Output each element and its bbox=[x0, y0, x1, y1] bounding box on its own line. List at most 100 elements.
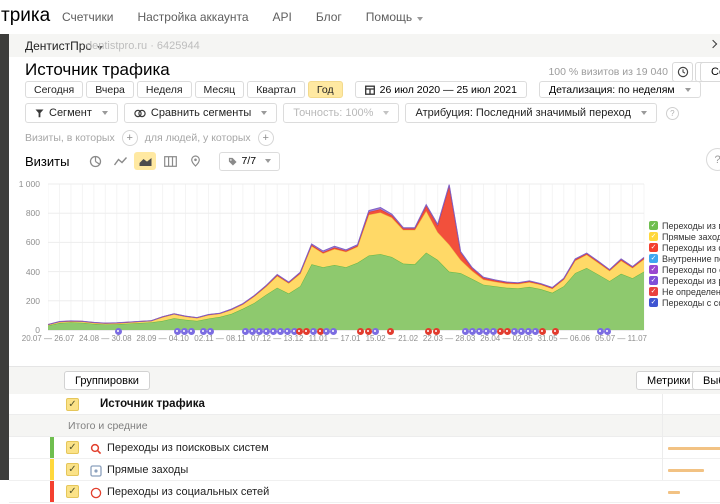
topnav-item-4[interactable]: Блог bbox=[316, 10, 342, 24]
left-sidebar-strip[interactable] bbox=[0, 34, 9, 480]
annotation-marker[interactable] bbox=[207, 328, 214, 335]
annotation-marker[interactable] bbox=[263, 328, 270, 335]
topnav-item-5[interactable]: Помощь bbox=[366, 10, 424, 24]
accuracy-button[interactable]: Точность: 100% bbox=[283, 103, 400, 123]
legend-checkbox[interactable]: ✓ bbox=[649, 265, 658, 274]
annotation-marker[interactable] bbox=[303, 328, 310, 335]
preset-button[interactable]: Квартал bbox=[247, 81, 305, 98]
history-button[interactable] bbox=[672, 62, 693, 82]
legend-item[interactable]: ✓ Переходы из рекомендательных систем bbox=[649, 275, 720, 286]
annotation-marker[interactable] bbox=[181, 328, 188, 335]
legend-item[interactable]: ✓ Не определено bbox=[649, 286, 720, 297]
annotation-marker[interactable] bbox=[425, 328, 432, 335]
compare-segments-button[interactable]: Сравнить сегменты bbox=[123, 103, 278, 123]
add-visits-filter-button[interactable]: + bbox=[121, 130, 138, 146]
topnav-item-3[interactable]: API bbox=[273, 10, 292, 24]
annotation-marker[interactable] bbox=[323, 328, 330, 335]
legend-item[interactable]: ✓ Переходы с сохранённых страниц bbox=[649, 297, 720, 308]
days-ratio-button[interactable]: 7/7 bbox=[219, 151, 281, 171]
annotation-marker[interactable] bbox=[483, 328, 490, 335]
row-checkbox[interactable]: ✓ bbox=[66, 441, 79, 454]
annotation-marker[interactable] bbox=[532, 328, 539, 335]
annotation-marker[interactable] bbox=[497, 328, 504, 335]
legend-checkbox[interactable]: ✓ bbox=[649, 276, 658, 285]
annotation-marker[interactable] bbox=[597, 328, 604, 335]
legend-checkbox[interactable]: ✓ bbox=[649, 243, 658, 252]
annotation-marker[interactable] bbox=[357, 328, 364, 335]
annotation-marker[interactable] bbox=[270, 328, 277, 335]
annotation-marker[interactable] bbox=[330, 328, 337, 335]
preset-button[interactable]: Неделя bbox=[136, 81, 192, 98]
segment-bar: Сегмент Сравнить сегменты Точность: 100%… bbox=[25, 103, 679, 123]
topnav-item-2[interactable]: Настройка аккаунта bbox=[137, 10, 248, 24]
annotation-marker[interactable] bbox=[365, 328, 372, 335]
line-chart-toggle[interactable] bbox=[109, 152, 131, 170]
date-range-button[interactable]: 26 июл 2020 — 25 июл 2021 bbox=[354, 81, 527, 98]
annotation-marker[interactable] bbox=[115, 328, 122, 335]
annotation-marker[interactable] bbox=[296, 328, 303, 335]
annotation-marker[interactable] bbox=[387, 328, 394, 335]
annotation-marker[interactable] bbox=[511, 328, 518, 335]
legend-checkbox[interactable]: ✓ bbox=[649, 287, 658, 296]
legend-item[interactable]: ✓ Переходы из поисковых систем bbox=[649, 220, 720, 231]
choose-goal-button[interactable]: Выбрать цель bbox=[692, 371, 720, 390]
area-chart-toggle[interactable] bbox=[134, 152, 157, 170]
chevron-right-icon[interactable] bbox=[708, 39, 718, 49]
annotation-marker[interactable] bbox=[476, 328, 483, 335]
row-label[interactable]: Прямые заходы bbox=[107, 464, 188, 476]
annotation-marker[interactable] bbox=[188, 328, 195, 335]
annotation-marker[interactable] bbox=[504, 328, 511, 335]
legend-item[interactable]: ✓ Переходы по ссылкам на сайтах bbox=[649, 264, 720, 275]
traffic-chart-svg[interactable] bbox=[48, 180, 646, 332]
legend-checkbox[interactable]: ✓ bbox=[649, 232, 658, 241]
chart-help-button[interactable]: ? bbox=[706, 148, 720, 171]
save-button[interactable]: Сохранить bbox=[700, 62, 720, 82]
legend-item[interactable]: ✓ Прямые заходы bbox=[649, 231, 720, 242]
legend-checkbox[interactable]: ✓ bbox=[649, 254, 658, 263]
annotation-marker[interactable] bbox=[552, 328, 559, 335]
row-checkbox[interactable]: ✓ bbox=[66, 485, 79, 498]
topnav-item-1[interactable]: Счетчики bbox=[62, 10, 113, 24]
annotation-marker[interactable] bbox=[256, 328, 263, 335]
preset-button[interactable]: Год bbox=[307, 81, 343, 98]
legend-checkbox[interactable]: ✓ bbox=[649, 221, 658, 230]
legend-item[interactable]: ✓ Переходы из социальных сетей bbox=[649, 242, 720, 253]
annotation-marker[interactable] bbox=[469, 328, 476, 335]
annotation-marker[interactable] bbox=[372, 328, 379, 335]
annotation-marker[interactable] bbox=[277, 328, 284, 335]
annotation-marker[interactable] bbox=[539, 328, 546, 335]
annotation-marker[interactable] bbox=[462, 328, 469, 335]
annotation-marker[interactable] bbox=[249, 328, 256, 335]
detalization-button[interactable]: Детализация: по неделям bbox=[538, 81, 701, 98]
annotation-marker[interactable] bbox=[518, 328, 525, 335]
row-checkbox[interactable]: ✓ bbox=[66, 463, 79, 476]
annotation-marker[interactable] bbox=[310, 328, 317, 335]
annotation-marker[interactable] bbox=[525, 328, 532, 335]
annotation-marker[interactable] bbox=[242, 328, 249, 335]
y-axis-label: 800 bbox=[25, 208, 40, 219]
info-icon[interactable]: ? bbox=[665, 106, 679, 120]
groupings-button[interactable]: Группировки bbox=[64, 371, 150, 390]
row-label[interactable]: Переходы из поисковых систем bbox=[107, 442, 269, 454]
traffic-chart[interactable]: 20.07 — 26.07 24.08 — 30.08 28.09 — 04.10 0… bbox=[22, 180, 647, 348]
pie-chart-toggle[interactable] bbox=[84, 152, 106, 170]
dimension-checkbox[interactable]: ✓ bbox=[66, 398, 79, 411]
preset-button[interactable]: Вчера bbox=[86, 81, 134, 98]
annotation-marker[interactable] bbox=[433, 328, 440, 335]
table-view-toggle[interactable] bbox=[159, 152, 181, 170]
legend-checkbox[interactable]: ✓ bbox=[649, 298, 658, 307]
segment-button[interactable]: Сегмент bbox=[25, 103, 118, 123]
annotation-marker[interactable] bbox=[490, 328, 497, 335]
annotation-marker[interactable] bbox=[284, 328, 291, 335]
attribution-button[interactable]: Атрибуция: Последний значимый переход bbox=[405, 103, 657, 123]
row-label[interactable]: Переходы из социальных сетей bbox=[107, 486, 269, 498]
annotation-marker[interactable] bbox=[200, 328, 207, 335]
metrika-logo[interactable]: трика bbox=[1, 5, 50, 27]
legend-item[interactable]: ✓ Внутренние переходы bbox=[649, 253, 720, 264]
preset-button[interactable]: Месяц bbox=[194, 81, 245, 98]
preset-button[interactable]: Сегодня bbox=[25, 81, 84, 98]
map-view-toggle[interactable] bbox=[184, 152, 206, 170]
annotation-marker[interactable] bbox=[604, 328, 611, 335]
add-people-filter-button[interactable]: + bbox=[257, 130, 274, 146]
annotation-marker[interactable] bbox=[174, 328, 181, 335]
